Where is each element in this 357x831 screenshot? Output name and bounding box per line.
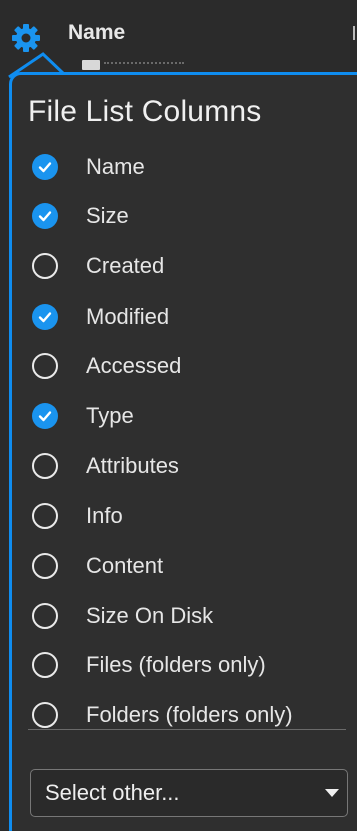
check-icon[interactable] (32, 154, 58, 180)
column-option-label: Type (86, 403, 134, 428)
column-option-files[interactable]: Files (folders only) (32, 647, 350, 683)
column-option-size-on-disk[interactable]: Size On Disk (32, 598, 350, 634)
column-option-label: Files (folders only) (86, 652, 266, 677)
radio-circle-icon[interactable] (32, 503, 58, 529)
column-option-label: Folders (folders only) (86, 702, 293, 727)
column-option-label: Attributes (86, 453, 179, 478)
column-option-label: Name (86, 154, 145, 179)
radio-circle-icon[interactable] (32, 253, 58, 279)
column-option-modified[interactable]: Modified (32, 299, 350, 335)
radio-circle-icon[interactable] (32, 453, 58, 479)
radio-circle-icon[interactable] (32, 553, 58, 579)
column-option-name[interactable]: Name (32, 149, 350, 185)
column-option-created[interactable]: Created (32, 248, 350, 284)
check-icon[interactable] (32, 203, 58, 229)
column-option-label: Modified (86, 304, 170, 329)
gear-icon[interactable] (10, 22, 42, 54)
dropdown-caret-icon[interactable] (325, 789, 339, 797)
popup-title: File List Columns (28, 95, 262, 128)
column-option-info[interactable]: Info (32, 498, 350, 534)
column-option-label: Info (86, 503, 123, 528)
file-row-text (104, 62, 184, 70)
column-option-attributes[interactable]: Attributes (32, 448, 350, 484)
select-other-label: Select other... (45, 780, 180, 805)
column-option-content[interactable]: Content (32, 548, 350, 584)
check-icon[interactable] (32, 304, 58, 330)
select-other-dropdown[interactable]: Select other... (30, 769, 348, 817)
radio-circle-icon[interactable] (32, 603, 58, 629)
column-option-accessed[interactable]: Accessed (32, 348, 350, 384)
name-column-header[interactable]: Name (68, 21, 125, 45)
radio-circle-icon[interactable] (32, 652, 58, 678)
column-option-label: Size (86, 203, 129, 228)
divider (28, 729, 346, 730)
check-icon[interactable] (32, 403, 58, 429)
radio-circle-icon[interactable] (32, 353, 58, 379)
column-option-folders[interactable]: Folders (folders only) (32, 697, 350, 733)
column-option-size[interactable]: Size (32, 198, 350, 234)
radio-circle-icon[interactable] (32, 702, 58, 728)
column-option-label: Created (86, 253, 165, 278)
file-list-columns-popup: File List Columns Name Size Created Modi… (9, 72, 357, 831)
column-option-type[interactable]: Type (32, 398, 350, 434)
column-option-label: Content (86, 553, 164, 578)
column-option-label: Size On Disk (86, 603, 214, 628)
column-separator[interactable] (353, 26, 355, 40)
column-option-label: Accessed (86, 353, 182, 378)
